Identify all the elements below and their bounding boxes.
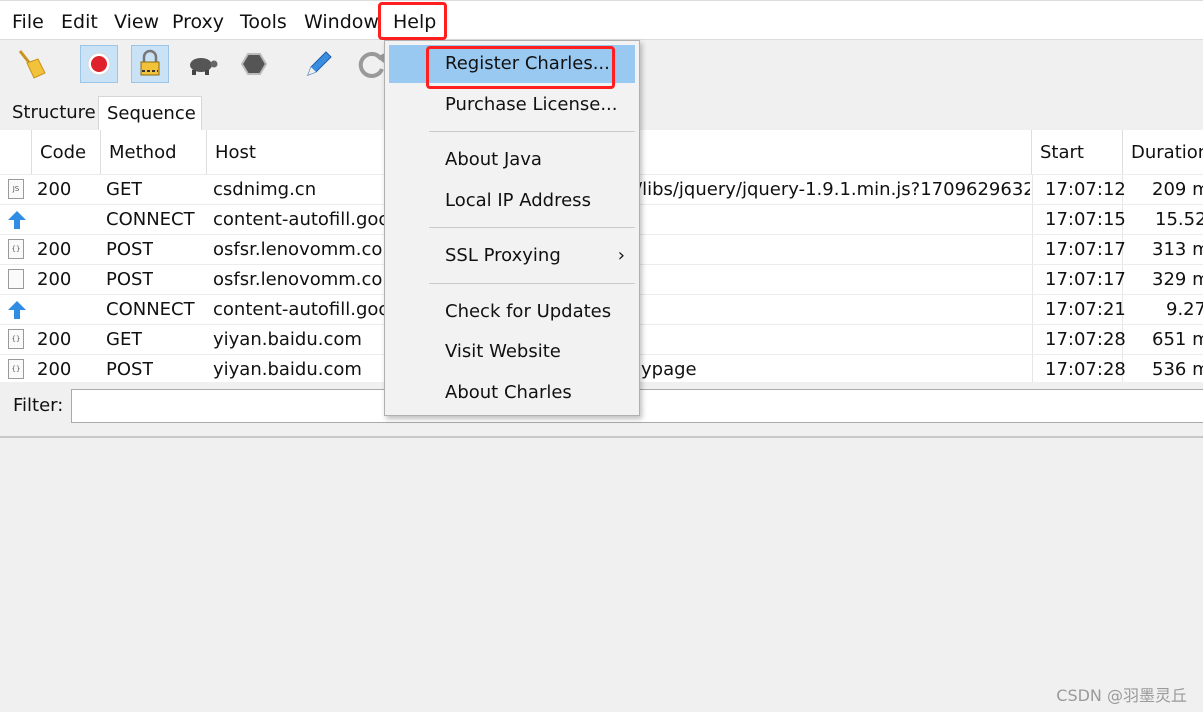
cell-duration: 651 m (1152, 329, 1203, 350)
cell-code: 200 (37, 179, 72, 200)
cell-code: 200 (37, 239, 72, 260)
cell-host: osfsr.lenovomm.com (213, 239, 385, 260)
menu-proxy[interactable]: Proxy (172, 1, 224, 41)
cell-method: GET (106, 179, 143, 200)
cell-start: 17:07:12 (1045, 179, 1126, 200)
menu-edit[interactable]: Edit (61, 1, 98, 41)
filter-label: Filter: (13, 395, 64, 416)
pen-icon (307, 51, 332, 76)
menu-window[interactable]: Window (304, 1, 379, 41)
cell-host: osfsr.lenovomm.com (213, 269, 385, 290)
cell-duration: 9.27 (1166, 299, 1203, 320)
menu-item-visit-website[interactable]: Visit Website (389, 333, 635, 371)
panel-divider[interactable] (0, 436, 1203, 438)
chevron-right-icon: › (617, 245, 625, 266)
menu-view[interactable]: View (114, 1, 159, 41)
menu-separator (429, 131, 635, 132)
cell-start: 17:07:28 (1045, 359, 1126, 380)
cell-start: 17:07:28 (1045, 329, 1126, 350)
ssl-proxying-label: SSL Proxying (445, 245, 561, 266)
compose-button[interactable] (300, 45, 338, 83)
tab-structure[interactable]: Structure (4, 96, 96, 130)
cell-method: CONNECT (106, 299, 195, 320)
json-file-icon: {} (8, 359, 24, 379)
menu-item-about-java[interactable]: About Java (389, 141, 635, 179)
turtle-icon (190, 58, 218, 75)
menu-file[interactable]: File (12, 1, 44, 41)
tab-sequence[interactable]: Sequence (98, 96, 202, 130)
cell-duration: 15.52 (1155, 209, 1203, 230)
record-button[interactable] (80, 45, 118, 83)
stop-hexagon-icon (240, 53, 268, 75)
breakpoints-button[interactable] (235, 45, 273, 83)
cell-method: POST (106, 239, 154, 260)
cell-method: CONNECT (106, 209, 195, 230)
upload-arrow-icon (8, 301, 26, 319)
help-highlight-annotation (378, 2, 447, 40)
json-file-icon: {} (8, 329, 24, 349)
cell-method: POST (106, 269, 154, 290)
cell-host: content-autofill.goo (213, 299, 385, 320)
cell-host: csdnimg.cn (213, 179, 317, 200)
cell-start: 17:07:21 (1045, 299, 1126, 320)
cell-duration: 536 m (1152, 359, 1203, 380)
blank-file-icon (8, 269, 24, 289)
upload-arrow-icon (8, 211, 26, 229)
header-code[interactable]: Code (32, 130, 101, 174)
cell-code: 200 (37, 329, 72, 350)
cell-host: yiyan.baidu.com (213, 359, 362, 380)
header-icon-column[interactable] (0, 130, 32, 174)
broom-icon (18, 50, 46, 79)
cell-duration: 329 m (1152, 269, 1203, 290)
cell-start: 17:07:17 (1045, 239, 1126, 260)
throttle-button[interactable] (183, 45, 221, 83)
menu-item-check-updates[interactable]: Check for Updates (389, 293, 635, 331)
menu-item-about-charles[interactable]: About Charles (389, 374, 635, 412)
cell-host: yiyan.baidu.com (213, 329, 362, 350)
json-file-icon: {} (8, 239, 24, 259)
cell-duration: 209 m (1152, 179, 1203, 200)
menu-item-purchase-license[interactable]: Purchase License... (389, 86, 635, 124)
menu-item-ssl-proxying[interactable]: SSL Proxying › (389, 237, 635, 275)
cell-code: 200 (37, 359, 72, 380)
header-method[interactable]: Method (101, 130, 207, 174)
help-menu-dropdown: Register Charles... Purchase License... … (384, 40, 640, 416)
cell-code: 200 (37, 269, 72, 290)
header-start[interactable]: Start (1032, 130, 1123, 174)
menu-bar: File Edit View Proxy Tools Window Help (0, 0, 1203, 40)
cell-start: 17:07:17 (1045, 269, 1126, 290)
js-file-icon: JS (8, 179, 24, 199)
cell-path: ypage (641, 359, 697, 380)
watermark: CSDN @羽墨灵丘 (1056, 686, 1187, 705)
record-icon (87, 52, 111, 76)
ssl-proxying-button[interactable] (131, 45, 169, 83)
cell-path: /libs/jquery/jquery-1.9.1.min.js?1709629… (636, 179, 1030, 200)
cell-method: GET (106, 329, 143, 350)
register-highlight-annotation (426, 46, 615, 89)
header-duration[interactable]: Duration (1123, 130, 1203, 174)
menu-separator (429, 283, 635, 284)
cell-method: POST (106, 359, 154, 380)
menu-tools[interactable]: Tools (240, 1, 287, 41)
clear-session-button[interactable] (12, 45, 50, 83)
lock-icon (140, 49, 160, 76)
cell-host: content-autofill.goo (213, 209, 385, 230)
cell-duration: 313 m (1152, 239, 1203, 260)
menu-separator (429, 227, 635, 228)
cell-start: 17:07:15 (1045, 209, 1126, 230)
menu-item-local-ip[interactable]: Local IP Address (389, 182, 635, 220)
